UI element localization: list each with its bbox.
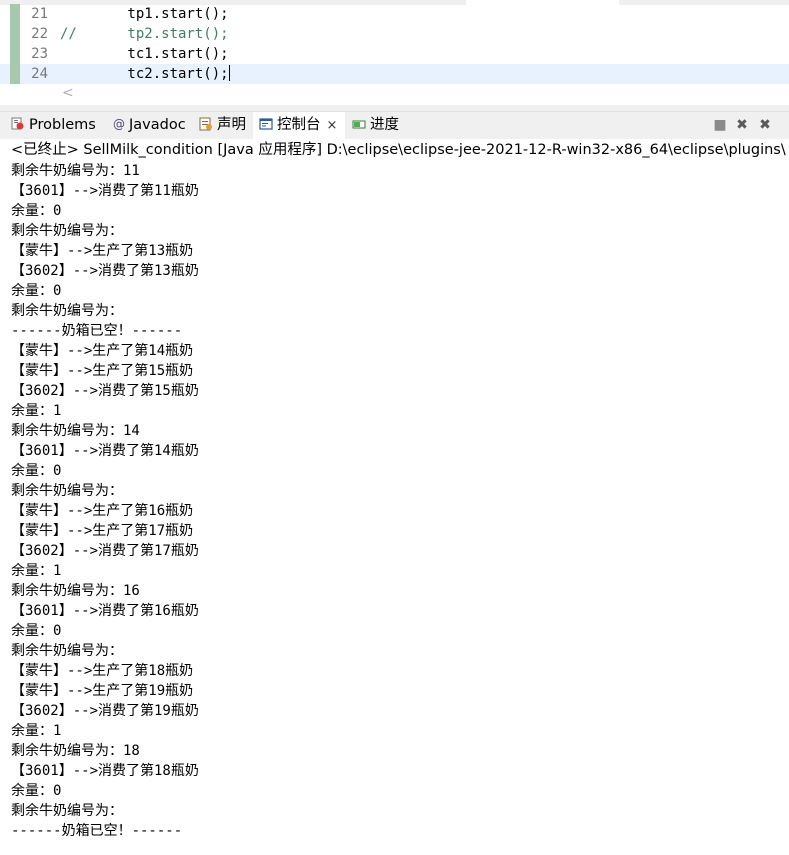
code-text: tp1.start();: [60, 4, 229, 24]
console-line: 【蒙牛】-->生产了第14瓶奶: [11, 343, 194, 359]
svg-text:@: @: [113, 117, 125, 131]
code-text: tc1.start();: [60, 44, 229, 64]
console-line: 剩余牛奶编号为：11: [11, 163, 140, 179]
console-line: 剩余牛奶编号为：: [11, 643, 123, 659]
console-line: 【蒙牛】-->生产了第13瓶奶: [11, 243, 194, 259]
tab-console[interactable]: 控制台 ×: [253, 112, 346, 139]
line-number: 21: [31, 6, 48, 22]
change-marker: [10, 44, 20, 64]
console-line: 【3602】-->消费了第13瓶奶: [11, 263, 199, 279]
console-line: 【3602】-->消费了第15瓶奶: [11, 383, 199, 399]
console-line: 【蒙牛】-->生产了第15瓶奶: [11, 363, 194, 379]
code-lines: 21 tp1.start(); 22 // tp2.start(); 23 tc…: [0, 4, 789, 84]
console-line: 【蒙牛】-->生产了第19瓶奶: [11, 683, 194, 699]
tab-javadoc[interactable]: @ Javadoc: [113, 112, 186, 139]
console-line: 剩余牛奶编号为：: [11, 483, 123, 499]
code-statement: tp2.start();: [76, 26, 229, 42]
console-icon: [259, 114, 273, 130]
line-number: 23: [31, 46, 48, 62]
remove-all-terminated-button[interactable]: ✖: [756, 116, 774, 134]
terminate-button[interactable]: ■: [711, 116, 729, 134]
change-marker: [10, 4, 20, 24]
remove-launch-button[interactable]: ✖: [733, 116, 751, 134]
console-line: 【3602】-->消费了第17瓶奶: [11, 543, 199, 559]
console-output[interactable]: 剩余牛奶编号为：11 【3601】-->消费了第11瓶奶 余量：0 剩余牛奶编号…: [11, 161, 789, 841]
console-line: 剩余牛奶编号为：: [11, 223, 123, 239]
scroll-left-icon[interactable]: <: [62, 85, 74, 101]
text-caret: [228, 65, 230, 81]
remove-all-icon: ✖: [759, 117, 771, 133]
code-line[interactable]: 22 // tp2.start();: [0, 24, 789, 44]
console-line: 【蒙牛】-->生产了第16瓶奶: [11, 503, 194, 519]
console-line: 余量：1: [11, 403, 62, 419]
line-number: 24: [31, 66, 48, 82]
tab-label: Problems: [29, 117, 96, 133]
close-icon[interactable]: ×: [327, 112, 338, 139]
console-line: 【3601】-->消费了第11瓶奶: [11, 183, 199, 199]
change-marker: [10, 64, 20, 84]
tab-label: Javadoc: [129, 117, 186, 133]
console-line: 余量：0: [11, 783, 62, 799]
declaration-icon: [199, 114, 213, 131]
console-line: 余量：0: [11, 283, 62, 299]
progress-icon: [352, 114, 366, 129]
console-line: ------奶箱已空！------: [11, 823, 183, 839]
console-line: 【3601】-->消费了第18瓶奶: [11, 763, 199, 779]
tab-declaration[interactable]: 声明: [199, 112, 246, 139]
code-line-current[interactable]: 24 tc2.start();: [0, 64, 789, 84]
code-text: tc2.start();: [60, 64, 230, 84]
console-line: 剩余牛奶编号为：: [11, 303, 123, 319]
tab-label: 控制台: [277, 117, 321, 133]
remove-icon: ✖: [736, 117, 748, 133]
view-tab-bar: Problems @ Javadoc 声明 控制台 × 进度 ■ ✖ ✖: [0, 111, 789, 139]
tab-label: 进度: [370, 117, 399, 133]
console-line: 余量：1: [11, 723, 62, 739]
code-statement: tc2.start();: [60, 66, 229, 82]
console-process-label: <已终止> SellMilk_condition [Java 应用程序] D:\…: [11, 142, 786, 158]
console-line: 剩余牛奶编号为：18: [11, 743, 140, 759]
code-line[interactable]: 21 tp1.start();: [0, 4, 789, 24]
tab-problems[interactable]: Problems: [11, 112, 96, 139]
code-statement: tc1.start();: [60, 46, 229, 62]
problems-icon: [11, 114, 25, 130]
line-number: 22: [31, 26, 48, 42]
console-line: 剩余牛奶编号为：14: [11, 423, 140, 439]
console-line: 余量：0: [11, 463, 62, 479]
console-line: ------奶箱已空！------: [11, 323, 183, 339]
console-line: 剩余牛奶编号为：: [11, 803, 123, 819]
console-line: 【蒙牛】-->生产了第17瓶奶: [11, 523, 194, 539]
stop-icon: ■: [713, 117, 727, 133]
at-sign-icon: @: [113, 114, 125, 131]
code-text: // tp2.start();: [60, 24, 229, 44]
console-line: 剩余牛奶编号为：16: [11, 583, 140, 599]
code-line[interactable]: 23 tc1.start();: [0, 44, 789, 64]
horizontal-scrollbar[interactable]: <: [0, 84, 789, 104]
code-editor[interactable]: 21 tp1.start(); 22 // tp2.start(); 23 tc…: [0, 0, 789, 105]
console-line: 【3601】-->消费了第16瓶奶: [11, 603, 199, 619]
console-line: 【蒙牛】-->生产了第18瓶奶: [11, 663, 194, 679]
tab-label: 声明: [217, 117, 246, 133]
comment-prefix: //: [60, 26, 77, 42]
console-line: 【3601】-->消费了第14瓶奶: [11, 443, 199, 459]
change-marker: [10, 24, 20, 44]
tab-progress[interactable]: 进度: [352, 112, 399, 139]
console-line: 余量：0: [11, 623, 62, 639]
code-statement: tp1.start();: [60, 6, 229, 22]
console-line: 【3602】-->消费了第19瓶奶: [11, 703, 199, 719]
console-line: 余量：1: [11, 563, 62, 579]
console-line: 余量：0: [11, 203, 62, 219]
